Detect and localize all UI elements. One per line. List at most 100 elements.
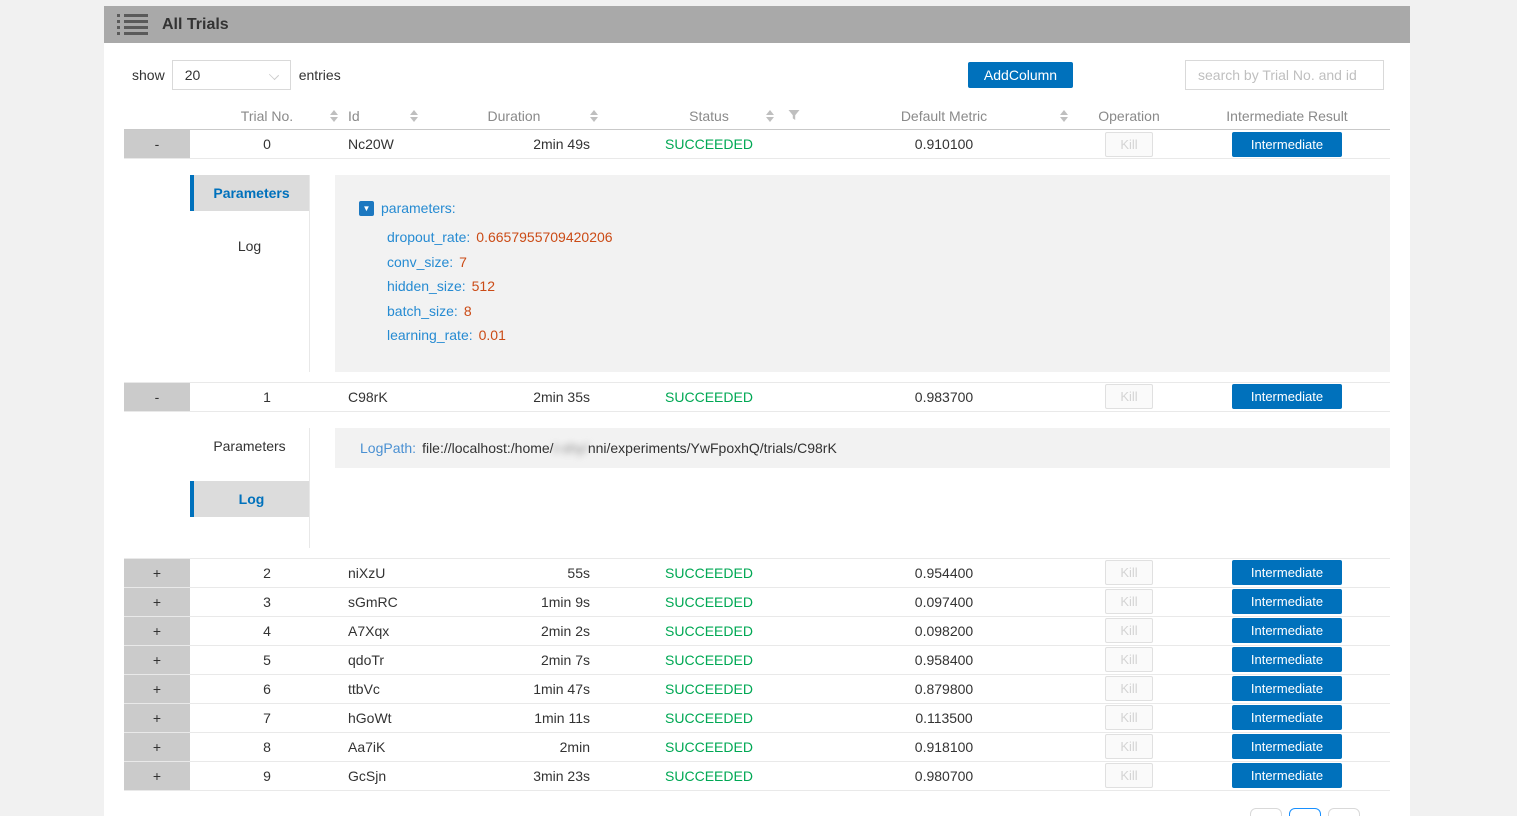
metric-cell: 0.918100	[814, 733, 1074, 761]
collapse-row-button[interactable]: -	[124, 383, 190, 411]
trials-table: Trial No. Id Duration Status	[124, 102, 1390, 791]
prev-page-button[interactable]: <	[1250, 808, 1282, 816]
sort-icon[interactable]	[590, 110, 598, 122]
trial-id-cell: C98rK	[344, 383, 424, 411]
table-row: - 1 C98rK 2min 35s SUCCEEDED 0.983700 Ki…	[124, 383, 1390, 412]
trial-no-cell: 0	[190, 130, 344, 158]
table-row: + 6 ttbVc 1min 47s SUCCEEDED 0.879800 Ki…	[124, 675, 1390, 704]
panel-titlebar: All Trials	[104, 6, 1410, 43]
sort-icon[interactable]	[410, 110, 418, 122]
expand-row-button[interactable]: +	[124, 646, 190, 674]
status-cell: SUCCEEDED	[604, 704, 814, 732]
kill-button[interactable]: Kill	[1105, 132, 1153, 157]
intermediate-button[interactable]: Intermediate	[1232, 384, 1342, 409]
trial-no-cell: 3	[190, 588, 344, 616]
metric-cell: 0.958400	[814, 646, 1074, 674]
metric-cell: 0.954400	[814, 559, 1074, 587]
trial-id-cell: GcSjn	[344, 762, 424, 790]
kill-button[interactable]: Kill	[1105, 763, 1153, 788]
sort-icon[interactable]	[330, 110, 338, 122]
collapse-row-button[interactable]: -	[124, 130, 190, 158]
expand-row-button[interactable]: +	[124, 733, 190, 761]
intermediate-button[interactable]: Intermediate	[1232, 734, 1342, 759]
status-cell: SUCCEEDED	[604, 646, 814, 674]
json-entry: dropout_rate:0.6657955709420206	[387, 225, 1390, 250]
intermediate-button[interactable]: Intermediate	[1232, 705, 1342, 730]
expand-row-button[interactable]: +	[124, 617, 190, 645]
expand-row-button[interactable]: +	[124, 559, 190, 587]
metric-cell: 0.879800	[814, 675, 1074, 703]
log-path-label: LogPath:	[360, 440, 416, 456]
intermediate-button[interactable]: Intermediate	[1232, 589, 1342, 614]
kill-button[interactable]: Kill	[1105, 734, 1153, 759]
log-path-redacted: t-shy/	[554, 440, 588, 456]
intermediate-button[interactable]: Intermediate	[1232, 676, 1342, 701]
status-cell: SUCCEEDED	[604, 675, 814, 703]
duration-cell: 55s	[424, 559, 604, 587]
json-collapse-icon[interactable]: ▼	[359, 201, 374, 216]
kill-button[interactable]: Kill	[1105, 647, 1153, 672]
trial-id-cell: sGmRC	[344, 588, 424, 616]
duration-cell: 2min 35s	[424, 383, 604, 411]
table-row: + 7 hGoWt 1min 11s SUCCEEDED 0.113500 Ki…	[124, 704, 1390, 733]
filter-funnel-icon[interactable]	[788, 108, 800, 124]
table-row: + 2 niXzU 55s SUCCEEDED 0.954400 Kill In…	[124, 559, 1390, 588]
kill-button[interactable]: Kill	[1105, 676, 1153, 701]
col-header-operation: Operation	[1074, 102, 1184, 129]
duration-cell: 2min 2s	[424, 617, 604, 645]
sort-icon[interactable]	[1060, 110, 1068, 122]
table-row: + 4 A7Xqx 2min 2s SUCCEEDED 0.098200 Kil…	[124, 617, 1390, 646]
kill-button[interactable]: Kill	[1105, 618, 1153, 643]
status-cell: SUCCEEDED	[604, 559, 814, 587]
trial-no-cell: 7	[190, 704, 344, 732]
tab-log[interactable]: Log	[190, 481, 309, 517]
kill-button[interactable]: Kill	[1105, 560, 1153, 585]
add-column-button[interactable]: AddColumn	[968, 62, 1073, 88]
duration-cell: 2min 7s	[424, 646, 604, 674]
duration-cell: 3min 23s	[424, 762, 604, 790]
trial-id-cell: A7Xqx	[344, 617, 424, 645]
trial-id-cell: Nc20W	[344, 130, 424, 158]
col-header-default-metric: Default Metric	[814, 102, 1074, 129]
duration-cell: 2min	[424, 733, 604, 761]
tab-parameters[interactable]: Parameters	[190, 175, 309, 211]
kill-button[interactable]: Kill	[1105, 384, 1153, 409]
json-entry: hidden_size:512	[387, 274, 1390, 299]
status-cell: SUCCEEDED	[604, 617, 814, 645]
page-1-button[interactable]: 1	[1289, 808, 1321, 816]
tab-log[interactable]: Log	[190, 228, 309, 264]
trial-id-cell: hGoWt	[344, 704, 424, 732]
table-row: + 3 sGmRC 1min 9s SUCCEEDED 0.097400 Kil…	[124, 588, 1390, 617]
trial-id-cell: ttbVc	[344, 675, 424, 703]
intermediate-button[interactable]: Intermediate	[1232, 618, 1342, 643]
entries-per-page-select[interactable]: 20	[172, 60, 291, 90]
expand-row-button[interactable]: +	[124, 762, 190, 790]
metric-cell: 0.983700	[814, 383, 1074, 411]
expand-row-button[interactable]: +	[124, 675, 190, 703]
status-cell: SUCCEEDED	[604, 588, 814, 616]
next-page-button[interactable]: >	[1328, 808, 1360, 816]
metric-cell: 0.113500	[814, 704, 1074, 732]
pagination: < 1 >	[104, 808, 1360, 816]
intermediate-button[interactable]: Intermediate	[1232, 647, 1342, 672]
sort-icon[interactable]	[766, 110, 774, 122]
status-cell: SUCCEEDED	[604, 762, 814, 790]
kill-button[interactable]: Kill	[1105, 589, 1153, 614]
table-header-row: Trial No. Id Duration Status	[124, 102, 1390, 130]
status-cell: SUCCEEDED	[604, 383, 814, 411]
search-input[interactable]	[1185, 60, 1384, 90]
trial-no-cell: 1	[190, 383, 344, 411]
intermediate-button[interactable]: Intermediate	[1232, 560, 1342, 585]
tab-parameters[interactable]: Parameters	[190, 428, 309, 464]
duration-cell: 1min 47s	[424, 675, 604, 703]
expand-row-button[interactable]: +	[124, 588, 190, 616]
intermediate-button[interactable]: Intermediate	[1232, 763, 1342, 788]
intermediate-button[interactable]: Intermediate	[1232, 132, 1342, 157]
list-icon	[117, 14, 149, 36]
duration-cell: 1min 9s	[424, 588, 604, 616]
parameters-json-viewer: ▼ parameters: dropout_rate:0.66579557094…	[335, 175, 1390, 372]
kill-button[interactable]: Kill	[1105, 705, 1153, 730]
chevron-down-icon	[269, 70, 279, 80]
show-label: show	[132, 67, 165, 83]
expand-row-button[interactable]: +	[124, 704, 190, 732]
